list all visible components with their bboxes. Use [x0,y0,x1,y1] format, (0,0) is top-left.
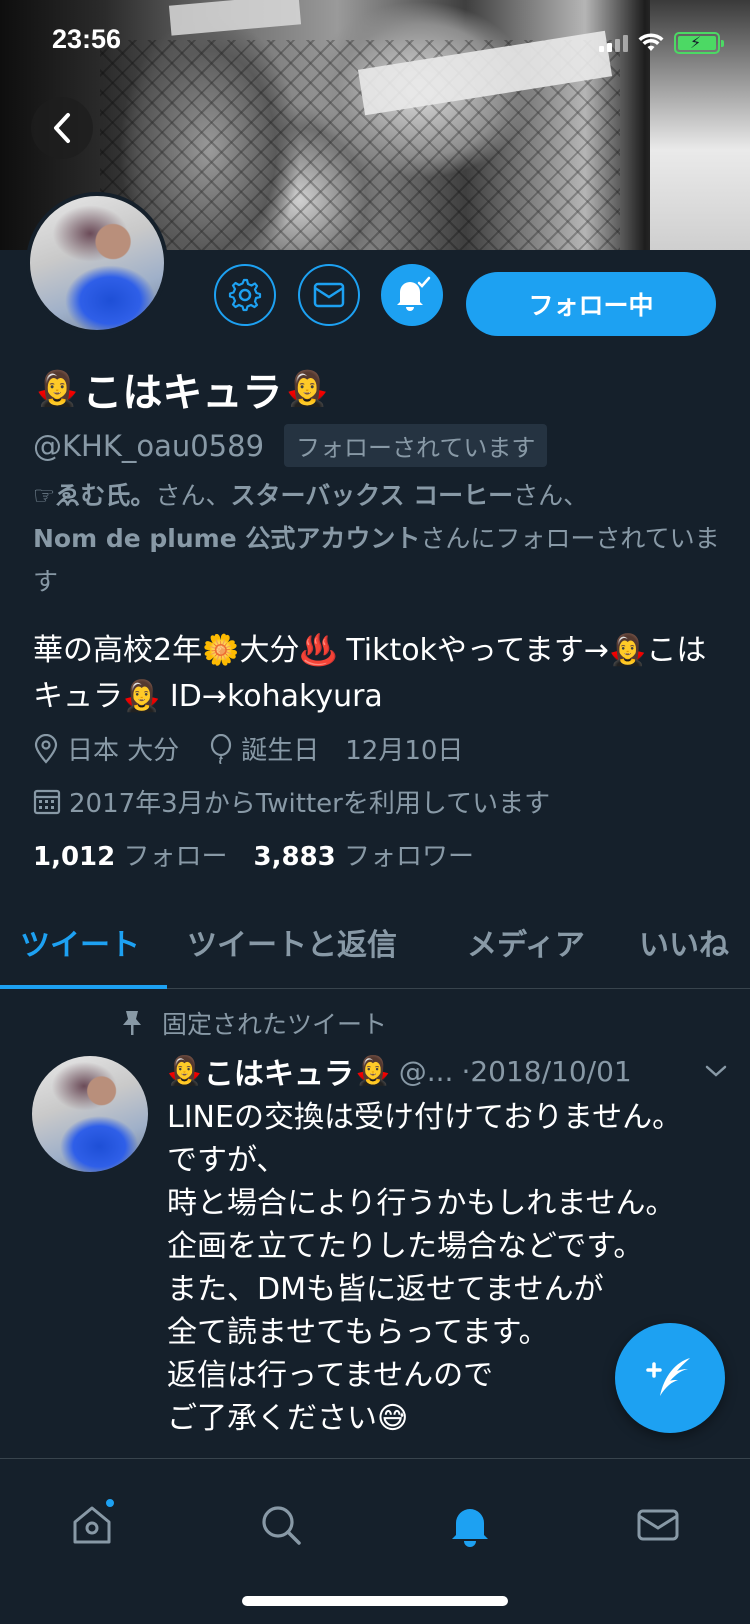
name-emoji: 🧛‍♀️ [286,369,329,409]
tweet-author[interactable]: 🧛‍♀️ こはキュラ 🧛‍♀️ [167,1049,391,1093]
follow-counts: 1,012 フォロー 3,883 フォロワー [33,836,474,873]
gear-icon [228,278,262,312]
messages-icon [637,1509,679,1541]
tweet-header: 🧛‍♀️ こはキュラ 🧛‍♀️ @... ·2018/10/01 [167,1049,727,1093]
tweet-author-handle: @... [398,1054,454,1088]
profile-avatar[interactable] [26,192,168,334]
birthday-item: 誕生日 12月10日 [209,730,463,767]
notifications-toggle-button[interactable] [381,264,443,326]
handle-row: @KHK_oau0589 フォローされています [33,424,548,467]
followers-count: 3,883 [253,842,336,872]
location-text: 日本 大分 [67,736,180,766]
following-count-link[interactable]: 1,012 フォロー [33,836,228,873]
pinned-indicator: 固定されたツイート [120,1005,387,1041]
nav-search[interactable] [251,1495,311,1555]
battery-icon: ⚡ [674,32,724,54]
author-emoji: 🧛‍♀️ [167,1054,202,1087]
tweet-menu-button[interactable] [705,1059,727,1084]
nav-messages[interactable] [628,1495,688,1555]
follows-you-badge: フォローされています [284,424,548,467]
following-count: 1,012 [33,842,116,872]
mail-icon [313,282,345,308]
location-item: 日本 大分 [33,730,179,767]
chevron-down-icon [705,1065,727,1077]
pinned-label: 固定されたツイート [162,1010,388,1039]
tweet-date[interactable]: ·2018/10/01 [461,1055,631,1088]
tab-tweets[interactable]: ツイート [0,905,167,989]
display-name: こはキュラ [82,370,283,416]
banner-detail [168,0,302,36]
wifi-icon [638,33,664,51]
signal-icon [599,34,628,52]
follower-name[interactable]: Nom de plume 公式アカウント [33,524,420,553]
message-button[interactable] [298,264,360,326]
status-time: 23:56 [52,24,122,54]
balloon-icon [211,733,232,764]
followers-count-link[interactable]: 3,883 フォロワー [254,836,475,873]
follower-name[interactable]: スターバックス コーヒー [230,481,513,510]
nav-notifications[interactable] [440,1495,500,1555]
back-button[interactable] [31,97,93,159]
profile-meta: 日本 大分 誕生日 12月10日 [33,730,463,767]
followed-by-suffix: さん、 [513,481,589,510]
following-label: フォロー [123,842,228,872]
following-button[interactable]: フォロー中 [466,272,716,336]
profile-bio: 華の高校2年🌼大分♨️ Tiktokやってます→🧛‍♀️こはキュラ🧛‍♀️ ID… [33,633,707,714]
author-emoji: 🧛‍♀️ [355,1054,391,1087]
follower-name[interactable]: ゑむ氏。 [55,481,155,510]
profile-tabs: ツイート ツイートと返信 メディア いいね [0,905,750,989]
followed-by-text[interactable]: ☞ゑむ氏。さん、スターバックス コーヒーさん、 Nom de plume 公式アカ… [33,474,723,603]
bottom-navigation [0,1458,750,1624]
nav-home[interactable] [62,1495,122,1555]
notifications-icon [452,1509,488,1547]
joined-row: 2017年3月からTwitterを利用しています [33,783,550,820]
joined-text: 2017年3月からTwitterを利用しています [69,789,551,819]
profile-screen: 23:56 ⚡ [0,0,750,1624]
tweet-author-name: こはキュラ [203,1057,354,1092]
profile-handle: @KHK_oau0589 [33,428,265,463]
pointing-hand-glyph: ☞ [33,481,56,510]
new-content-dot [104,1497,116,1509]
tab-likes[interactable]: いいね [619,905,750,989]
profile-name: 🧛‍♀️ こはキュラ 🧛‍♀️ [36,360,329,418]
followed-by-suffix: さん、 [155,481,231,510]
birthday-text: 誕生日 12月10日 [241,736,464,766]
compose-tweet-button[interactable] [615,1323,725,1433]
followers-label: フォロワー [344,842,475,872]
name-emoji: 🧛‍♀️ [36,369,79,409]
calendar-icon [33,789,61,814]
tweet-avatar[interactable] [32,1056,148,1172]
profile-settings-button[interactable] [214,264,276,326]
chevron-left-icon [54,113,70,143]
pin-icon [123,1011,141,1035]
bell-check-icon [397,276,431,311]
status-icons: ⚡ [599,32,724,54]
home-indicator[interactable] [242,1596,508,1606]
tab-media[interactable]: メディア [447,905,619,989]
search-icon [262,1506,301,1545]
location-pin-icon [34,733,58,764]
compose-feather-icon [646,1358,690,1396]
tab-tweets-and-replies[interactable]: ツイートと返信 [167,905,447,989]
